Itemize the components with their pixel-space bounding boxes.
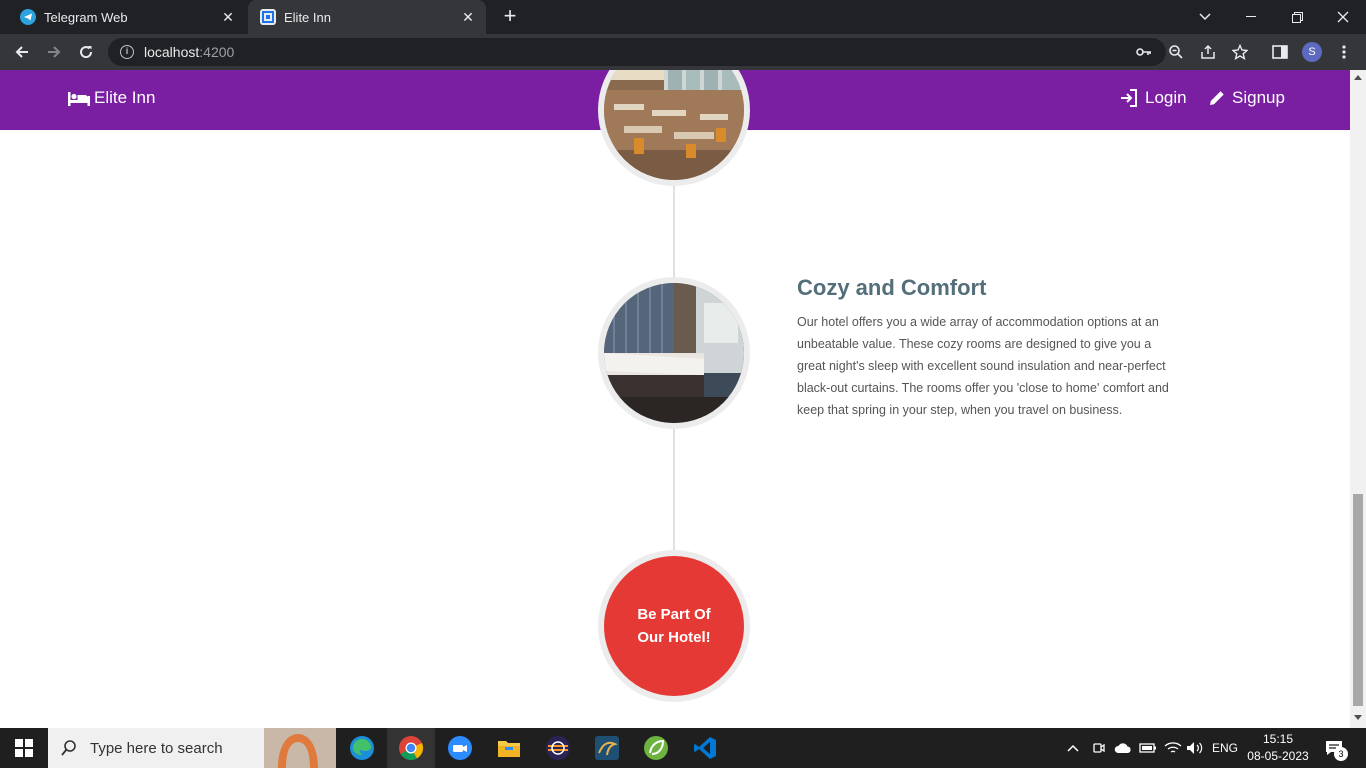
minimize-button[interactable] (1228, 0, 1274, 34)
page-viewport: Elite Inn Login Signup Cozy and Comfort … (0, 70, 1350, 717)
restaurant-image (604, 70, 744, 180)
side-panel-icon[interactable] (1270, 42, 1290, 62)
tab-title: Telegram Web (44, 9, 128, 25)
close-tab-icon[interactable]: ✕ (216, 9, 240, 26)
nav-login-label: Login (1145, 88, 1187, 107)
close-window-button[interactable] (1320, 0, 1366, 34)
scroll-up-icon[interactable] (1354, 75, 1362, 80)
file-explorer-icon[interactable] (485, 728, 533, 768)
brand-name: Elite Inn (94, 88, 156, 107)
windows-start-button[interactable] (0, 728, 48, 768)
zoom-icon[interactable] (1166, 42, 1186, 62)
bookmark-star-icon[interactable] (1230, 42, 1250, 62)
url-port: :4200 (199, 44, 235, 60)
password-key-icon[interactable] (1134, 42, 1154, 62)
forward-icon[interactable] (40, 38, 68, 66)
nav-login-link[interactable]: Login (1119, 88, 1187, 108)
language-indicator[interactable]: ENG (1212, 728, 1238, 768)
address-bar[interactable]: i localhost:4200 (108, 38, 1166, 66)
room-image (604, 283, 744, 423)
taskbar-search-box[interactable]: Type here to search (48, 728, 336, 768)
tray-chevron-icon[interactable] (1066, 728, 1080, 768)
notification-center-icon[interactable]: 3 (1324, 728, 1348, 768)
battery-icon[interactable] (1139, 728, 1157, 768)
more-menu-icon[interactable] (1334, 42, 1354, 62)
volume-icon[interactable] (1186, 728, 1204, 768)
tab-elite-inn[interactable]: Elite Inn ✕ (248, 0, 486, 34)
page-scrollbar[interactable] (1350, 70, 1366, 729)
timeline-entry: Cozy and Comfort Our hotel offers you a … (797, 275, 1169, 421)
cta-label[interactable]: Be Part Of Our Hotel! (604, 556, 744, 696)
eclipse-app-icon[interactable] (534, 728, 582, 768)
scroll-down-icon[interactable] (1354, 715, 1362, 720)
share-icon[interactable] (1198, 42, 1218, 62)
tab-title: Elite Inn (284, 9, 331, 25)
zoom-app-icon[interactable] (436, 728, 484, 768)
timeline-image-room (598, 277, 750, 429)
search-highlight-image (264, 728, 336, 768)
search-icon (61, 740, 76, 756)
brand-link[interactable]: Elite Inn (68, 88, 155, 108)
timeline-image-restaurant (598, 70, 750, 186)
clock-date: 08-05-2023 (1247, 749, 1309, 763)
meet-now-icon[interactable] (1092, 728, 1106, 768)
entry-title: Cozy and Comfort (797, 275, 987, 300)
scrollbar-thumb[interactable] (1353, 494, 1363, 706)
edge-app-icon[interactable] (338, 728, 386, 768)
telegram-icon (20, 9, 36, 25)
nav-signup-label: Signup (1232, 88, 1285, 107)
site-favicon-icon (260, 9, 276, 25)
back-icon[interactable] (8, 38, 36, 66)
restore-button[interactable] (1274, 0, 1320, 34)
cta-circle[interactable]: Be Part Of Our Hotel! (598, 550, 750, 702)
wifi-icon[interactable] (1164, 728, 1182, 768)
entry-description: Our hotel offers you a wide array of acc… (797, 315, 1169, 417)
browser-tab-strip: Telegram Web ✕ Elite Inn ✕ + (0, 0, 1366, 34)
reload-icon[interactable] (72, 38, 100, 66)
taskbar-clock[interactable]: 15:15 08-05-2023 (1240, 731, 1316, 765)
tab-search-icon[interactable] (1182, 0, 1228, 34)
nav-signup-link[interactable]: Signup (1208, 88, 1285, 108)
search-placeholder: Type here to search (90, 739, 223, 757)
new-tab-button[interactable]: + (498, 5, 522, 29)
windows-taskbar: Type here to search ENG 15:15 08-05-2023… (0, 728, 1366, 768)
profile-avatar[interactable]: S (1302, 42, 1322, 62)
clock-time: 15:15 (1262, 732, 1294, 746)
login-icon (1121, 89, 1137, 107)
onedrive-icon[interactable] (1114, 728, 1132, 768)
close-tab-icon[interactable]: ✕ (456, 9, 480, 26)
url-host: localhost (144, 44, 200, 60)
notification-count-badge: 3 (1334, 747, 1348, 761)
browser-toolbar: i localhost:4200 (0, 34, 1366, 70)
vscode-app-icon[interactable] (681, 728, 729, 768)
site-info-icon[interactable]: i (120, 45, 134, 59)
bed-icon (68, 92, 90, 106)
tab-telegram-web[interactable]: Telegram Web ✕ (8, 0, 246, 34)
chrome-app-icon[interactable] (387, 728, 435, 768)
mysql-workbench-icon[interactable] (583, 728, 631, 768)
pencil-icon (1210, 91, 1224, 105)
spring-tools-icon[interactable] (632, 728, 680, 768)
windows-logo-icon (15, 739, 33, 757)
